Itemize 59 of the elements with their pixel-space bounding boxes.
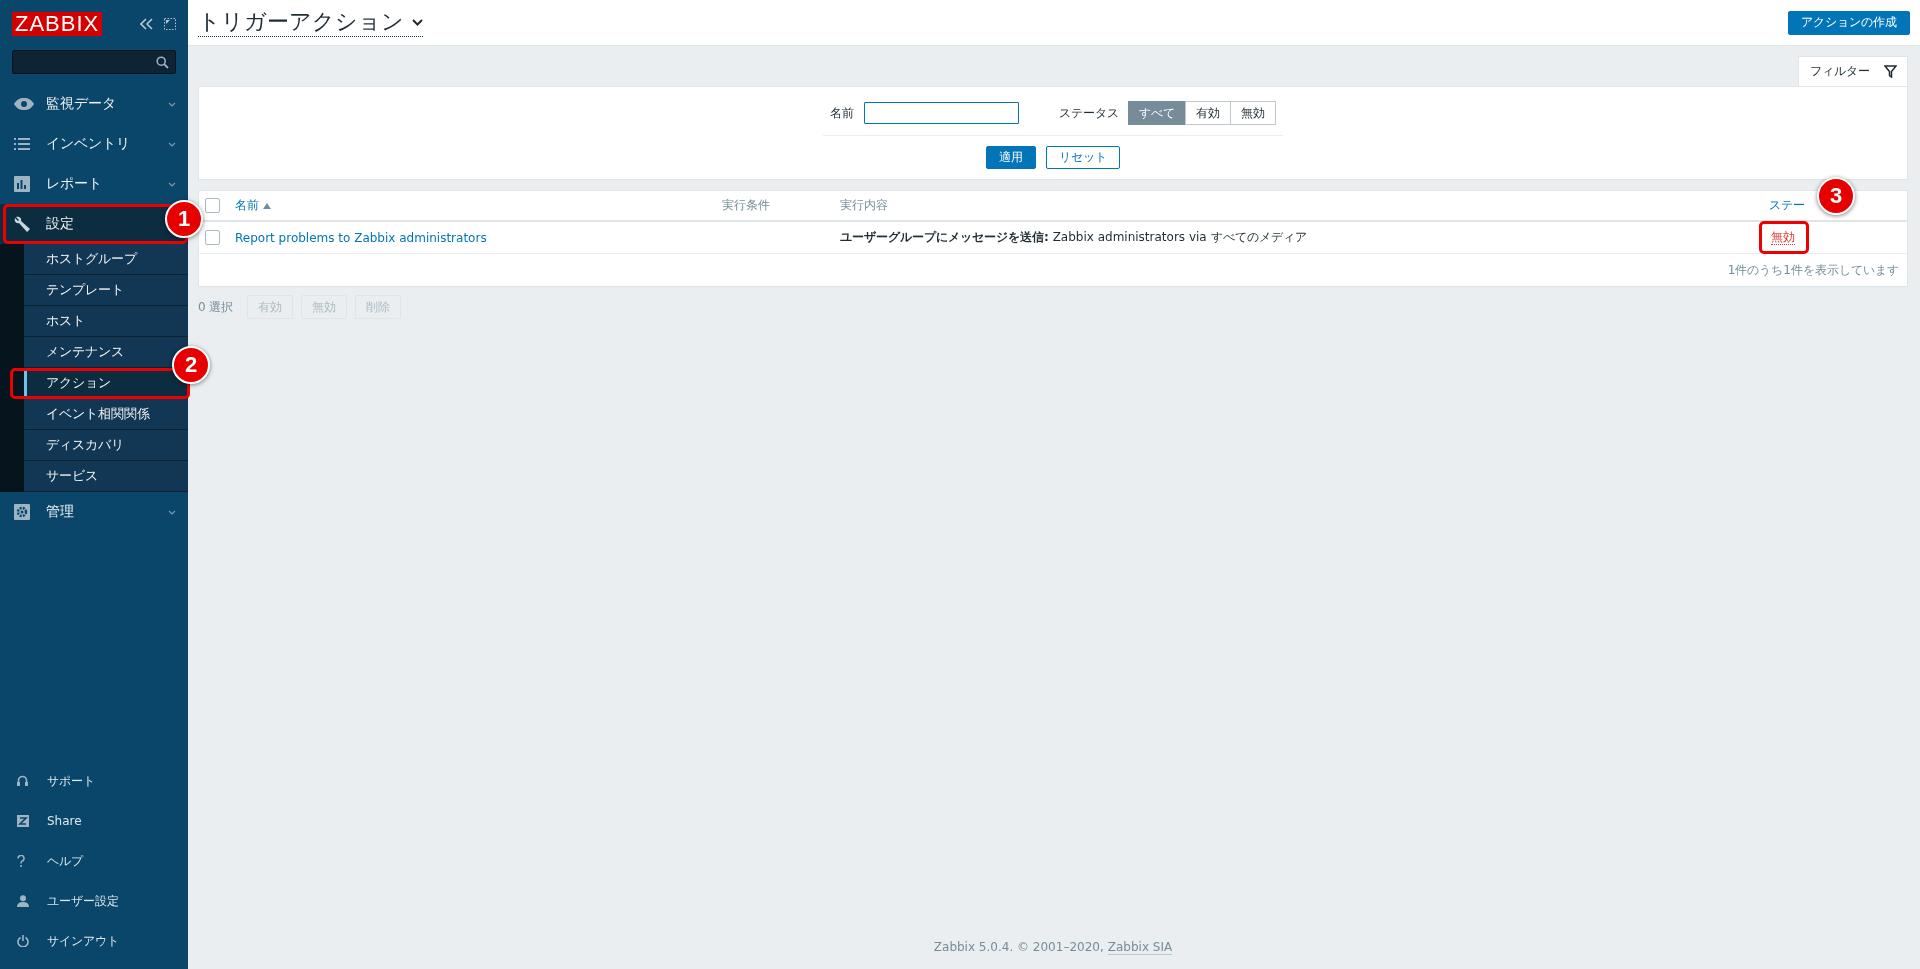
submenu-item[interactable]: サービス bbox=[24, 461, 188, 492]
sidebar-link[interactable]: Share bbox=[0, 801, 188, 841]
search-icon[interactable] bbox=[156, 55, 169, 69]
callout-badge: 3 bbox=[1817, 177, 1855, 215]
help-icon bbox=[17, 855, 25, 867]
table-cell: ユーザーグループにメッセージを送信: Zabbix administrators via すべてのメディア bbox=[840, 229, 1307, 246]
column-header: 実行条件 bbox=[722, 197, 770, 214]
name-field[interactable] bbox=[864, 102, 1019, 124]
sort-icon bbox=[263, 202, 271, 209]
chart-icon bbox=[14, 176, 30, 192]
selected-count: 0 選択 bbox=[198, 298, 234, 316]
field-label: 名前 bbox=[830, 104, 854, 122]
expand-icon[interactable] bbox=[164, 18, 176, 30]
highlight-frame bbox=[1759, 221, 1809, 254]
create-action-button[interactable]: アクションの作成 bbox=[1788, 10, 1910, 35]
sidebar-link[interactable]: ユーザー設定 bbox=[0, 881, 188, 921]
list-icon bbox=[14, 138, 30, 150]
column-header[interactable]: 名前 bbox=[235, 197, 271, 214]
sidebar-link[interactable]: サインアウト bbox=[0, 921, 188, 961]
filter-tab[interactable]: フィルター bbox=[1798, 56, 1908, 86]
chevron-icon bbox=[168, 181, 176, 187]
apply-button[interactable]: 適用 bbox=[986, 146, 1036, 169]
chevron-icon bbox=[168, 141, 176, 147]
sidebar-link[interactable]: ヘルプ bbox=[0, 841, 188, 881]
headset-icon bbox=[17, 775, 28, 787]
page-title-dropdown[interactable]: トリガーアクション bbox=[198, 8, 423, 37]
menu-item[interactable]: インベントリ bbox=[0, 124, 188, 164]
user-icon bbox=[17, 895, 29, 907]
wrench-icon bbox=[14, 215, 31, 233]
share-icon bbox=[17, 815, 29, 827]
column-header: 実行内容 bbox=[840, 197, 888, 214]
menu-item[interactable]: 管理 bbox=[0, 492, 188, 532]
logo[interactable]: ZABBIX bbox=[12, 12, 103, 36]
submenu-item[interactable]: ホスト bbox=[24, 306, 188, 337]
row-checkbox[interactable] bbox=[205, 230, 220, 245]
sidebar-link[interactable]: サポート bbox=[0, 761, 188, 801]
copyright-text: Zabbix 5.0.4. © 2001–2020, bbox=[933, 940, 1104, 955]
reset-button[interactable]: リセット bbox=[1046, 146, 1120, 169]
chevron-icon bbox=[168, 509, 176, 515]
submenu-item[interactable]: イベント相関関係 bbox=[24, 399, 188, 430]
collapse-icon[interactable] bbox=[140, 18, 154, 30]
submenu-item[interactable]: テンプレート bbox=[24, 275, 188, 306]
submenu-item[interactable]: ホストグループ bbox=[24, 244, 188, 275]
field-label: ステータス bbox=[1059, 104, 1119, 122]
gear-icon bbox=[14, 504, 30, 520]
search-field[interactable] bbox=[12, 50, 176, 74]
chevron-icon bbox=[412, 18, 423, 26]
power-icon bbox=[17, 935, 29, 947]
status-option[interactable]: 有効 bbox=[1185, 101, 1231, 125]
select-all-checkbox[interactable] bbox=[205, 198, 220, 213]
status-option[interactable]: 無効 bbox=[1230, 101, 1276, 125]
column-header[interactable]: ステー bbox=[1769, 197, 1805, 214]
table-summary: 1件のうち1件を表示しています bbox=[1727, 261, 1899, 279]
submenu-item[interactable]: ディスカバリ bbox=[24, 430, 188, 461]
filter-icon bbox=[1884, 65, 1897, 78]
action-name-link[interactable]: Report problems to Zabbix administrators bbox=[235, 230, 487, 245]
chevron-icon bbox=[168, 101, 176, 107]
eye-icon bbox=[14, 98, 34, 110]
menu-item[interactable]: 監視データ bbox=[0, 84, 188, 124]
